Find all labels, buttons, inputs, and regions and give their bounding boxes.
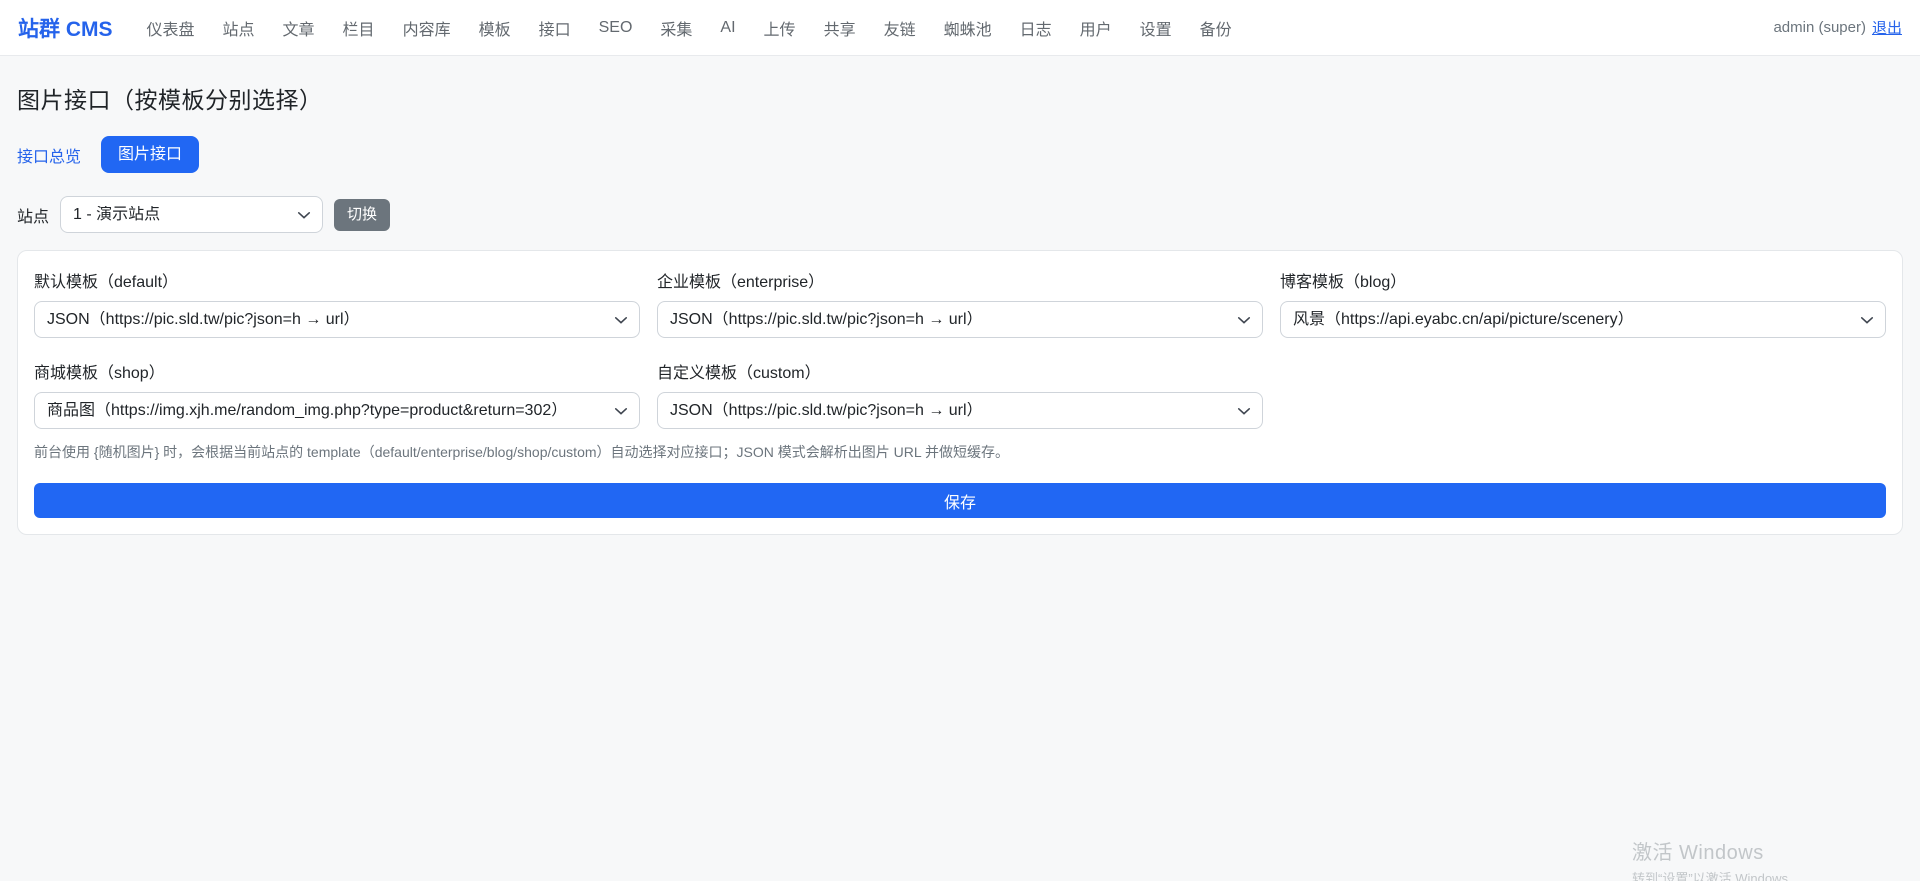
current-user: admin (super) (1773, 19, 1866, 36)
blog-template-select[interactable]: 风景（https://api.eyabc.cn/api/picture/scen… (1280, 301, 1886, 338)
site-select-wrap: 1 - 演示站点 (60, 196, 323, 233)
nav-item-collect[interactable]: 采集 (660, 16, 692, 40)
top-navbar: 站群 CMS 仪表盘 站点 文章 栏目 内容库 模板 接口 SEO 采集 AI … (0, 0, 1920, 56)
nav-item-api[interactable]: 接口 (539, 16, 571, 40)
site-select[interactable]: 1 - 演示站点 (60, 196, 323, 233)
field-label: 博客模板（blog） (1280, 268, 1886, 292)
nav-item-templates[interactable]: 模板 (479, 16, 511, 40)
main-nav: 仪表盘 站点 文章 栏目 内容库 模板 接口 SEO 采集 AI 上传 共享 友… (147, 16, 1232, 40)
nav-item-share[interactable]: 共享 (824, 16, 856, 40)
nav-item-articles[interactable]: 文章 (283, 16, 315, 40)
grid-spacer (1280, 359, 1886, 429)
brand-logo[interactable]: 站群 CMS (18, 13, 113, 43)
nav-item-backup[interactable]: 备份 (1200, 16, 1232, 40)
nav-item-settings[interactable]: 设置 (1140, 16, 1172, 40)
default-template-select[interactable]: JSON（https://pic.sld.tw/pic?json=h → url… (34, 301, 640, 338)
nav-item-spider-pool[interactable]: 蜘蛛池 (944, 16, 992, 40)
nav-item-seo[interactable]: SEO (599, 19, 633, 37)
nav-item-friend-links[interactable]: 友链 (884, 16, 916, 40)
nav-item-upload[interactable]: 上传 (764, 16, 796, 40)
field-blog-template: 博客模板（blog） 风景（https://api.eyabc.cn/api/p… (1280, 268, 1886, 338)
site-label: 站点 (17, 203, 49, 227)
nav-item-dashboard[interactable]: 仪表盘 (147, 16, 195, 40)
shop-template-select[interactable]: 商品图（https://img.xjh.me/random_img.php?ty… (34, 392, 640, 429)
field-shop-template: 商城模板（shop） 商品图（https://img.xjh.me/random… (34, 359, 640, 429)
navbar-user-area: admin (super) 退出 (1773, 17, 1902, 38)
field-label: 自定义模板（custom） (657, 359, 1263, 383)
windows-activation-watermark: 激活 Windows 转到“设置”以激活 Windows (1632, 836, 1788, 881)
field-default-template: 默认模板（default） JSON（https://pic.sld.tw/pi… (34, 268, 640, 338)
save-button[interactable]: 保存 (34, 483, 1886, 518)
switch-site-button[interactable]: 切换 (334, 199, 390, 231)
nav-item-categories[interactable]: 栏目 (343, 16, 375, 40)
picture-api-card: 默认模板（default） JSON（https://pic.sld.tw/pi… (17, 250, 1903, 535)
nav-item-logs[interactable]: 日志 (1020, 16, 1052, 40)
nav-item-users[interactable]: 用户 (1080, 16, 1112, 40)
field-custom-template: 自定义模板（custom） JSON（https://pic.sld.tw/pi… (657, 359, 1263, 429)
template-field-grid: 默认模板（default） JSON（https://pic.sld.tw/pi… (34, 268, 1886, 429)
page-title: 图片接口（按模板分别选择） (17, 81, 1903, 115)
enterprise-template-select[interactable]: JSON（https://pic.sld.tw/pic?json=h → url… (657, 301, 1263, 338)
tab-bar: 接口总览 图片接口 (17, 136, 1903, 173)
watermark-line2: 转到“设置”以激活 Windows (1632, 868, 1788, 881)
custom-template-select[interactable]: JSON（https://pic.sld.tw/pic?json=h → url… (657, 392, 1263, 429)
nav-item-sites[interactable]: 站点 (223, 16, 255, 40)
field-label: 企业模板（enterprise） (657, 268, 1263, 292)
tab-picture-api[interactable]: 图片接口 (101, 136, 199, 173)
nav-item-content-library[interactable]: 内容库 (403, 16, 451, 40)
site-switcher: 站点 1 - 演示站点 切换 (17, 196, 1903, 233)
logout-link[interactable]: 退出 (1872, 17, 1902, 38)
field-label: 默认模板（default） (34, 268, 640, 292)
field-label: 商城模板（shop） (34, 359, 640, 383)
main-content: 图片接口（按模板分别选择） 接口总览 图片接口 站点 1 - 演示站点 切换 默… (0, 81, 1920, 535)
help-text: 前台使用 {随机图片} 时，会根据当前站点的 template（default/… (34, 442, 1886, 462)
nav-item-ai[interactable]: AI (720, 19, 735, 37)
watermark-line1: 激活 Windows (1632, 836, 1788, 865)
tab-api-overview[interactable]: 接口总览 (17, 143, 81, 167)
field-enterprise-template: 企业模板（enterprise） JSON（https://pic.sld.tw… (657, 268, 1263, 338)
